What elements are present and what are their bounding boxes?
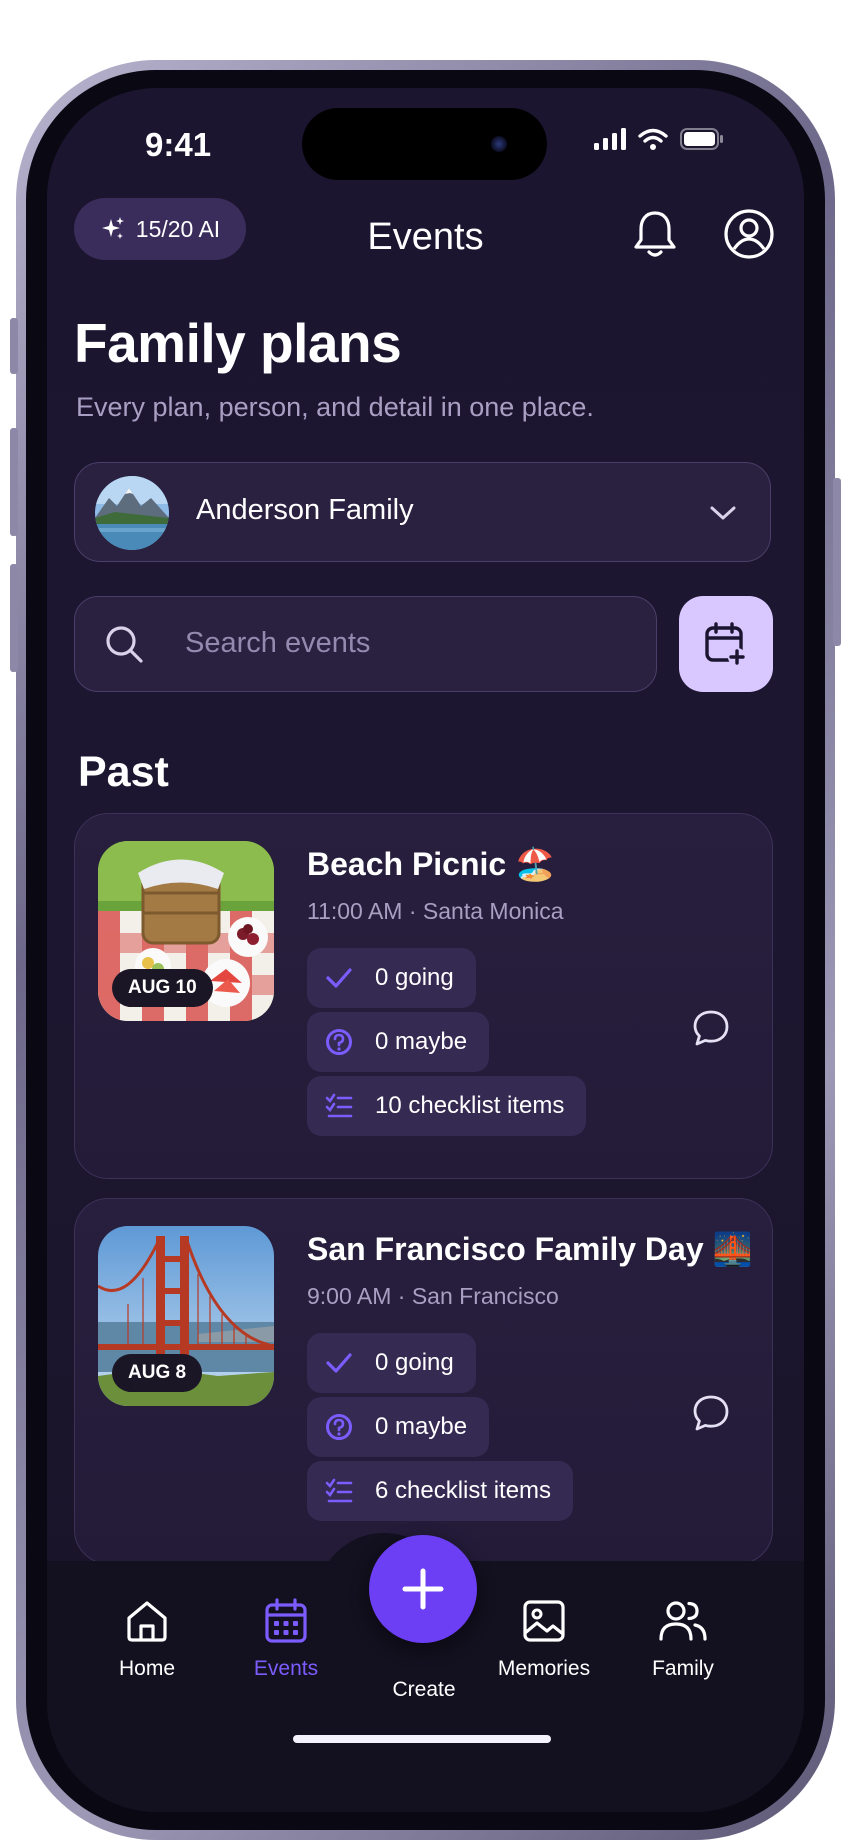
camera-icon [491,136,507,152]
calendar-icon [265,1598,307,1643]
tab-family[interactable]: Family [623,1597,743,1681]
comment-icon[interactable] [691,1008,731,1048]
header-title: Events [367,216,484,258]
tab-label-events: Events [253,1657,319,1680]
family-avatar [95,476,169,550]
event-image: AUG 8 [98,1226,274,1406]
bell-icon[interactable] [630,208,680,260]
page-subtitle: Every plan, person, and detail in one pl… [76,392,594,422]
plus-icon [402,1568,444,1610]
event-card[interactable]: AUG 10 Beach Picnic 🏖️ 11:00 AM · Santa … [74,813,773,1179]
home-indicator[interactable] [293,1735,551,1743]
comment-icon[interactable] [691,1393,731,1433]
users-icon [659,1601,707,1641]
calendar-plus-icon [705,622,746,666]
checklist-chip[interactable]: 10 checklist items [307,1076,587,1136]
event-meta: 11:00 AM · Santa Monica [307,898,564,924]
wifi-icon [638,128,668,150]
status-icons [594,128,724,150]
home-icon [127,1601,167,1642]
image-icon [523,1600,565,1642]
tab-label-create: Create [392,1678,456,1701]
maybe-chip[interactable]: 0 maybe [307,1012,490,1072]
app-screen: 9:41 15/20 AI Events Family plans Every … [47,88,804,1812]
power-button [833,478,841,646]
chevron-down-icon [710,506,736,520]
section-title-past: Past [78,748,169,796]
action-button [10,318,18,374]
tab-home[interactable]: Home [87,1597,207,1681]
check-icon [326,968,352,988]
tab-label-memories: Memories [497,1657,591,1680]
maybe-chip[interactable]: 0 maybe [307,1397,490,1457]
checklist-count: 6 checklist items [375,1477,552,1504]
going-count: 0 going [375,1349,454,1376]
event-title: Beach Picnic 🏖️ [307,846,555,882]
volume-up-button [10,428,18,536]
tab-events[interactable]: Events [226,1597,346,1681]
maybe-count: 0 maybe [375,1028,468,1055]
family-selector[interactable]: Anderson Family [74,462,771,562]
going-chip[interactable]: 0 going [307,948,476,1008]
checklist-icon [325,1478,353,1503]
tab-label-home: Home [118,1657,176,1680]
search-input[interactable]: Search events [74,596,657,692]
question-icon [326,1414,352,1440]
search-icon [106,626,143,663]
page-title: Family plans [74,312,402,374]
date-badge: AUG 8 [112,1354,203,1392]
volume-down-button [10,564,18,672]
status-time: 9:41 [145,126,212,163]
check-icon [326,1353,352,1373]
checklist-chip[interactable]: 6 checklist items [307,1461,574,1521]
checklist-count: 10 checklist items [375,1092,565,1119]
event-meta: 9:00 AM · San Francisco [307,1283,559,1309]
maybe-count: 0 maybe [375,1413,468,1440]
family-name: Anderson Family [196,494,414,526]
signal-icon [594,128,626,150]
event-image: AUG 10 [98,841,274,1021]
add-event-button[interactable] [679,596,773,692]
create-button[interactable] [369,1535,477,1643]
going-chip[interactable]: 0 going [307,1333,476,1393]
going-count: 0 going [375,964,454,991]
event-card[interactable]: AUG 8 San Francisco Family Day 🌉 9:00 AM… [74,1198,773,1564]
question-icon [326,1029,352,1055]
profile-icon[interactable] [723,208,775,260]
battery-icon [680,128,723,150]
event-title: San Francisco Family Day 🌉 [307,1231,753,1267]
dynamic-island [302,108,547,180]
tab-memories[interactable]: Memories [484,1597,604,1681]
tab-label-family: Family [652,1657,714,1680]
search-placeholder: Search events [185,627,371,659]
date-badge: AUG 10 [112,969,213,1007]
checklist-icon [325,1093,353,1118]
